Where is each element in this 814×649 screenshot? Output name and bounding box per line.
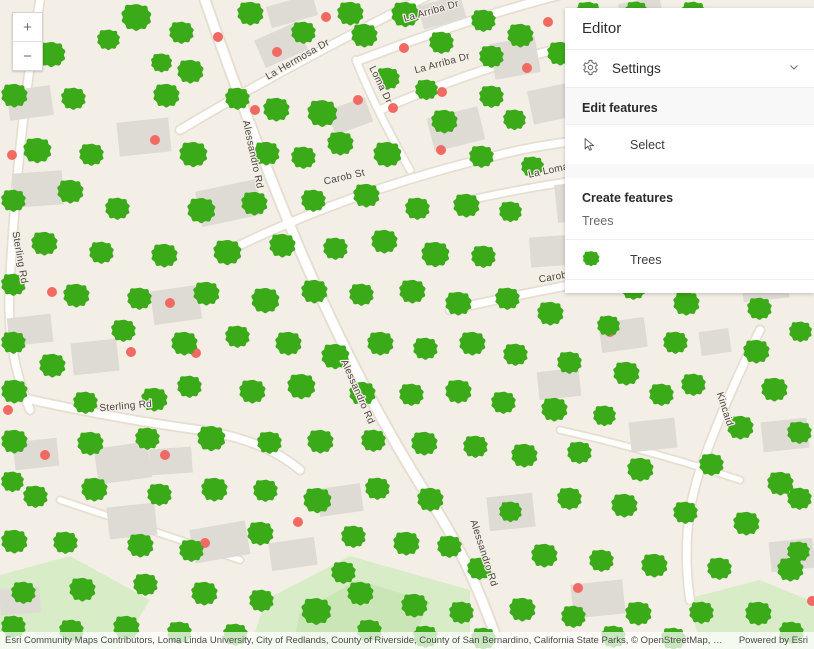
gear-icon: [582, 59, 599, 79]
settings-row[interactable]: Settings: [565, 50, 814, 88]
plus-icon: +: [23, 18, 32, 36]
minus-icon: −: [23, 47, 32, 65]
powered-by-esri[interactable]: Powered by Esri: [729, 635, 808, 646]
map-editor-app: La Arriba Dr La Hermosa Dr La Arriba Dr Lom…: [0, 0, 814, 649]
create-template-label: Trees: [630, 252, 662, 267]
edit-features-heading-text: Edit features: [582, 101, 658, 115]
section-divider: [565, 164, 814, 178]
panel-title-text: Editor: [582, 20, 622, 37]
layer-name-text: Trees: [582, 214, 614, 228]
zoom-out-button[interactable]: −: [13, 42, 42, 70]
chevron-down-icon[interactable]: [788, 61, 800, 76]
attribution-text[interactable]: Esri Community Maps Contributors, Loma L…: [5, 635, 729, 646]
create-template-trees[interactable]: Trees: [565, 239, 814, 279]
panel-footer-spacer: [565, 279, 814, 293]
cursor-arrow-icon: [582, 137, 604, 152]
zoom-in-button[interactable]: +: [13, 13, 42, 42]
tree-symbol-icon: [582, 250, 604, 269]
zoom-controls: + −: [12, 12, 43, 71]
settings-label: Settings: [612, 61, 661, 76]
editor-panel-title: Editor: [565, 8, 814, 50]
edit-features-heading: Edit features: [565, 88, 814, 124]
select-tool-label: Select: [630, 137, 665, 152]
create-features-layer-name: Trees: [565, 214, 814, 239]
create-features-heading: Create features: [565, 178, 814, 214]
select-tool-row[interactable]: Select: [565, 124, 814, 164]
create-features-heading-text: Create features: [582, 191, 674, 205]
map-attribution-bar: Esri Community Maps Contributors, Loma L…: [0, 632, 814, 649]
editor-panel: Editor Settings Edit features Select Cre…: [565, 8, 814, 293]
